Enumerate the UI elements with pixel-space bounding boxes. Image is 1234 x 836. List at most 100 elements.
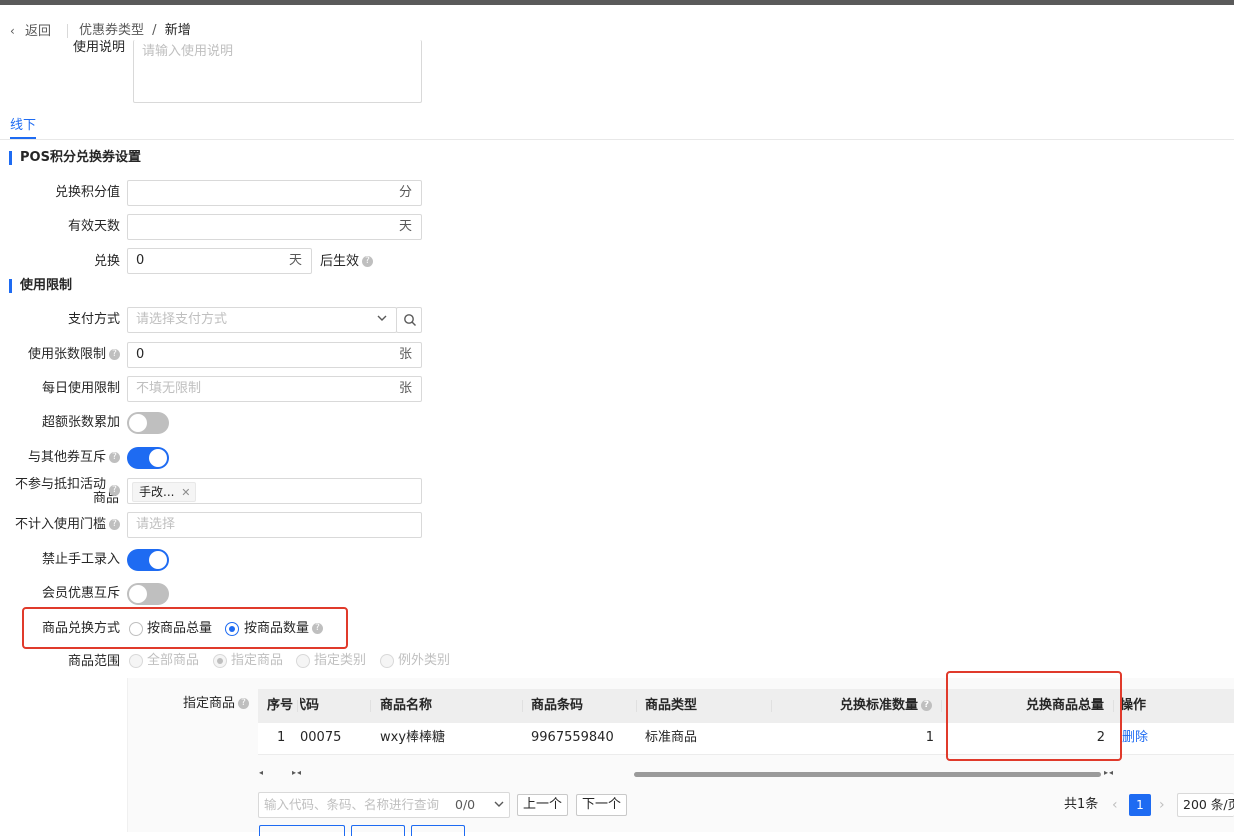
payment-search-button[interactable] [396, 307, 422, 333]
exchange-mode-radio-total[interactable] [129, 622, 143, 636]
valid-days-label: 有效天数 [67, 219, 120, 234]
daily-limit-input[interactable]: 不填无限制 张 [127, 376, 422, 402]
tabs-divider [0, 139, 1234, 140]
col-divider [297, 700, 298, 712]
page-size-text: 200 条/页 [1183, 797, 1234, 812]
pagination-prev-icon[interactable]: ‹ [1112, 795, 1118, 815]
manual-entry-switch[interactable] [127, 549, 169, 571]
switch-knob [129, 414, 147, 432]
mutex-switch[interactable] [127, 447, 169, 469]
count-limit-label: 使用张数限制? [0, 343, 120, 367]
tab-offline-label: 线下 [10, 118, 37, 133]
scope-option-except[interactable]: 例外类别 [398, 651, 450, 671]
scope-option-specified[interactable]: 指定商品 [231, 651, 283, 671]
limit-section-title: 使用限制 [20, 278, 73, 293]
excluded-goods-label-line1: 不参与抵扣活动 [14, 477, 106, 492]
member-mutex-label: 会员优惠互斥 [41, 586, 120, 601]
switch-knob [149, 449, 167, 467]
row-std-qty[interactable]: 1 [880, 724, 934, 752]
usage-note-placeholder: 请输入使用说明 [142, 44, 234, 59]
scroll-right-arrows[interactable]: ▸◂ [1104, 768, 1114, 777]
scope-radio-except[interactable] [380, 654, 394, 668]
prev-match-button[interactable]: 上一个 [517, 794, 568, 816]
scope-radio-specified[interactable] [213, 654, 227, 668]
pagination-page-1-text: 1 [1136, 798, 1144, 812]
excluded-goods-label: 不参与抵扣活动 商品 ? [0, 478, 120, 506]
col-divider [771, 700, 772, 712]
col-type: 商品类型 [645, 698, 698, 713]
over-stack-switch[interactable] [127, 412, 169, 434]
exchange-days-input[interactable]: 0 天 [127, 248, 312, 274]
pagination-page-1[interactable]: 1 [1129, 794, 1151, 816]
daily-limit-placeholder: 不填无限制 [136, 381, 202, 396]
exchange-mode-option-quantity-text: 按商品数量 [244, 621, 310, 636]
excluded-goods-select[interactable]: 手改... ✕ [127, 478, 422, 504]
row-delete-link[interactable]: 删除 [1122, 724, 1148, 752]
col-std-qty: 兑换标准数量? [840, 690, 933, 722]
help-icon[interactable]: ? [109, 452, 120, 463]
exchange-after-text: 后生效? [320, 252, 374, 272]
row-barcode: 9967559840 [531, 730, 614, 745]
help-icon[interactable]: ? [362, 256, 374, 267]
help-icon[interactable]: ? [238, 698, 250, 709]
points-input[interactable]: 分 [127, 180, 422, 206]
valid-days-unit: 天 [398, 219, 412, 234]
pagination-next-icon[interactable]: › [1159, 795, 1165, 815]
search-icon [403, 313, 417, 331]
count-limit-input[interactable]: 0 张 [127, 342, 422, 368]
scope-radio-category[interactable] [296, 654, 310, 668]
row-name: wxy棒棒糖 [380, 730, 446, 745]
col-divider [941, 700, 942, 712]
valid-days-input[interactable]: 天 [127, 214, 422, 240]
payment-select[interactable]: 请选择支付方式 [127, 307, 397, 333]
scope-radio-all[interactable] [129, 654, 143, 668]
bottom-action-button-3[interactable] [411, 825, 465, 836]
col-divider [636, 700, 637, 712]
pos-section-title: POS积分兑换券设置 [20, 150, 141, 165]
scroll-left-arrow[interactable]: ◂ [259, 768, 263, 777]
help-icon[interactable]: ? [109, 519, 120, 530]
scope-option-all[interactable]: 全部商品 [147, 651, 199, 671]
threshold-select[interactable]: 请选择 [127, 512, 422, 538]
payment-placeholder: 请选择支付方式 [136, 312, 228, 327]
exchange-mode-option-total[interactable]: 按商品总量 [147, 619, 212, 639]
page-size-select[interactable]: 200 条/页 [1177, 793, 1234, 817]
goods-table-label: 指定商品? [183, 694, 250, 714]
help-icon[interactable]: ? [921, 700, 933, 711]
exchange-mode-radio-quantity[interactable] [225, 622, 239, 636]
table-scrollbar-thumb[interactable] [634, 772, 1101, 777]
exchange-mode-option-quantity[interactable]: 按商品数量? [244, 619, 324, 639]
excluded-goods-tag-text: 手改... [139, 485, 175, 499]
scroll-split-arrows[interactable]: ▸◂ [292, 768, 302, 777]
goods-table-label-text: 指定商品 [183, 696, 236, 711]
daily-limit-label: 每日使用限制 [41, 381, 120, 396]
next-match-button[interactable]: 下一个 [576, 794, 627, 816]
bottom-action-button-1[interactable] [259, 825, 345, 836]
member-mutex-switch[interactable] [127, 583, 169, 605]
help-icon[interactable]: ? [109, 485, 120, 496]
pos-section-marker [9, 151, 12, 165]
bottom-action-button-2[interactable] [351, 825, 405, 836]
usage-note-label: 使用说明 [72, 40, 125, 55]
tab-offline[interactable]: 线下 [10, 116, 36, 136]
col-divider [370, 700, 371, 712]
chevron-down-icon[interactable] [493, 798, 505, 814]
help-icon[interactable]: ? [109, 349, 120, 360]
row-type: 标准商品 [645, 730, 698, 745]
usage-note-textarea[interactable]: 请输入使用说明 [133, 40, 422, 103]
exchange-label: 兑换 [93, 254, 120, 269]
manual-entry-label: 禁止手工录入 [41, 552, 120, 567]
pagination-total: 共1条 [1064, 797, 1099, 812]
scope-option-category[interactable]: 指定类别 [314, 651, 366, 671]
goods-search-input[interactable]: 输入代码、条码、名称进行查询 0/0 [258, 792, 510, 818]
close-icon[interactable]: ✕ [181, 486, 190, 499]
excluded-goods-label-line2-wrap: 商品 [0, 492, 120, 506]
mutex-label: 与其他券互斥? [0, 446, 120, 470]
window-top-strip [0, 0, 1234, 5]
col-code: 代码 [300, 698, 320, 713]
count-limit-unit: 张 [398, 347, 412, 362]
help-icon[interactable]: ? [312, 623, 324, 634]
col-std-qty-text: 兑换标准数量 [840, 698, 919, 713]
exchange-after-label: 后生效 [320, 254, 360, 269]
over-stack-label: 超额张数累加 [41, 415, 120, 430]
